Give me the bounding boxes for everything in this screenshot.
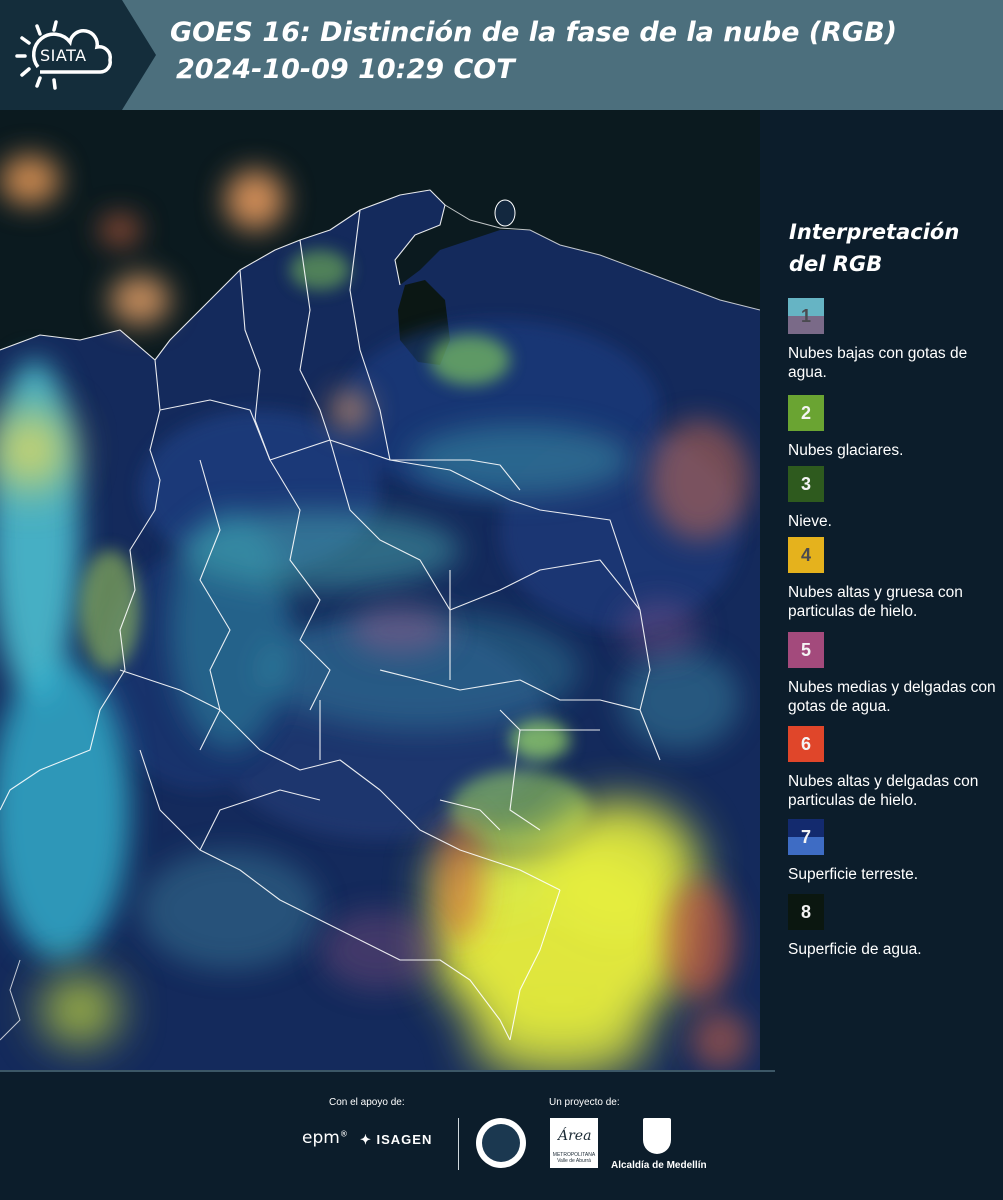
isagen-logo-text: ISAGEN [376,1132,433,1147]
legend-panel: Interpretación del RGB 1 Nubes bajas con… [760,110,1003,1070]
legend-number: 6 [800,733,811,754]
medellin-shield-icon[interactable] [643,1118,671,1154]
legend-title: Interpretación del RGB [789,220,960,276]
legend-item-2: 2 Nubes glaciares. [788,395,1000,460]
university-seal-logo[interactable] [476,1118,526,1168]
legend-number: 4 [800,544,811,565]
satellite-map-image [0,110,760,1070]
registered-icon: ® [339,1129,348,1139]
page-title: GOES 16: Distinción de la fase de la nub… [170,14,897,88]
legend-swatch-4: 4 [788,537,824,573]
legend-label: Nubes bajas con gotas de agua. [788,345,968,381]
legend-swatch-2: 2 [788,395,824,431]
isagen-logo[interactable]: ✦ ISAGEN [360,1132,432,1148]
legend-item-1: 1 Nubes bajas con gotas de agua. [788,298,1000,382]
epm-logo-text: epm [302,1128,340,1148]
logo-divider [458,1118,459,1170]
satellite-map[interactable] [0,110,760,1070]
legend-label: Superficie de agua. [788,941,922,958]
legend-swatch-1: 1 [788,298,824,334]
header-bar: SIATA GOES 16: Distinción de la fase de … [0,0,1003,110]
title-timestamp: 2024-10-09 10:29 COT [176,54,515,85]
legend-swatch-6: 6 [788,726,824,762]
legend-item-3: 3 Nieve. [788,466,1000,531]
legend-label: Nubes altas y gruesa con particulas de h… [788,584,963,620]
legend-label: Nubes medias y delgadas con gotas de agu… [788,679,996,715]
legend-number: 7 [800,826,811,847]
legend-item-6: 6 Nubes altas y delgadas con particulas … [788,726,1000,810]
legend-swatch-7: 7 [788,819,824,855]
project-label: Un proyecto de: [549,1097,620,1108]
legend-swatch-5: 5 [788,632,824,668]
legend-swatch-3: 3 [788,466,824,502]
siata-logo-text: SIATA [40,46,87,65]
legend-number: 2 [800,402,811,423]
legend-swatch-8: 8 [788,894,824,930]
title-product: GOES 16: Distinción de la fase de la nub… [170,17,897,48]
legend-number: 3 [800,473,811,494]
legend-label: Superficie terreste. [788,866,919,883]
legend-label: Nubes altas y delgadas con particulas de… [788,773,979,809]
isagen-star-icon: ✦ [360,1132,377,1147]
seal-emblem-icon [482,1124,520,1162]
area-logo-text: Área [558,1128,592,1144]
legend-label: Nubes glaciares. [788,442,904,459]
epm-logo[interactable]: epm® [302,1128,348,1148]
legend-item-5: 5 Nubes medias y delgadas con gotas de a… [788,632,1000,716]
medellin-logo-label: Alcaldía de Medellín [611,1160,707,1171]
legend-item-8: 8 Superficie de agua. [788,894,1000,959]
support-label: Con el apoyo de: [329,1097,405,1108]
area-metropolitana-logo[interactable]: Área METROPOLITANA Valle de Aburrá [550,1118,598,1168]
area-logo-subtitle: METROPOLITANA Valle de Aburrá [552,1152,596,1164]
legend-number: 1 [800,305,811,326]
footer-bar: Con el apoyo de: Un proyecto de: epm® ✦ … [0,1070,1003,1200]
footer-divider [0,1070,775,1072]
siata-logo[interactable]: SIATA [0,0,160,110]
legend-item-4: 4 Nubes altas y gruesa con particulas de… [788,537,1000,621]
legend-number: 8 [800,901,811,922]
legend-item-7: 7 Superficie terreste. [788,819,1000,884]
legend-label: Nieve. [788,513,832,530]
legend-number: 5 [800,639,811,660]
